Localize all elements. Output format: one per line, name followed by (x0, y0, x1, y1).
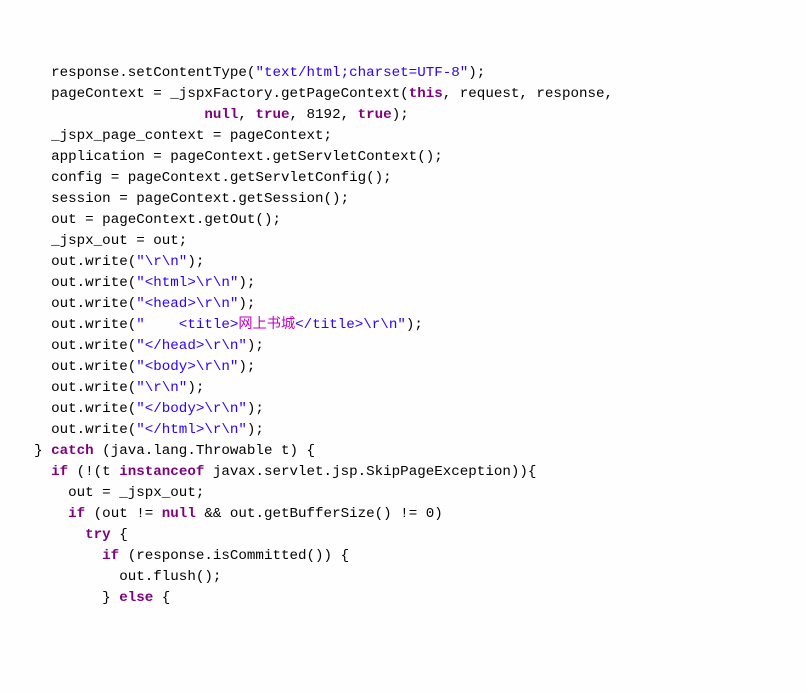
token: ); (238, 275, 255, 291)
token: { (111, 527, 128, 543)
token: out.write( (51, 296, 136, 312)
code-block: response.setContentType("text/html;chars… (0, 63, 806, 609)
code-line: try { (0, 525, 806, 546)
token: (!(t (68, 464, 119, 480)
code-line: } else { (0, 588, 806, 609)
token: out.flush(); (119, 569, 221, 585)
token: , (238, 107, 255, 123)
token: null (204, 107, 238, 123)
token: catch (51, 443, 94, 459)
token: _jspx_page_context = pageContext; (51, 128, 332, 144)
token: (java.lang.Throwable t) { (94, 443, 315, 459)
token: out.write( (51, 380, 136, 396)
code-line: _jspx_out = out; (0, 231, 806, 252)
token: pageContext = _jspxFactory.getPageContex… (51, 86, 409, 102)
code-line: session = pageContext.getSession(); (0, 189, 806, 210)
code-line: out.flush(); (0, 567, 806, 588)
token: ); (392, 107, 409, 123)
token: if (102, 548, 119, 564)
token: "</html>\r\n" (136, 422, 247, 438)
token: </title>\r\n" (295, 317, 406, 333)
token: "<head>\r\n" (136, 296, 238, 312)
token: _jspx_out = out; (51, 233, 187, 249)
token: ); (247, 338, 264, 354)
code-line: out.write("<head>\r\n"); (0, 294, 806, 315)
token: ); (187, 254, 204, 270)
code-line: if (out != null && out.getBufferSize() !… (0, 504, 806, 525)
token: out.write( (51, 359, 136, 375)
token: out.write( (51, 275, 136, 291)
code-line: pageContext = _jspxFactory.getPageContex… (0, 84, 806, 105)
code-line: if (!(t instanceof javax.servlet.jsp.Ski… (0, 462, 806, 483)
token: application = pageContext.getServletCont… (51, 149, 443, 165)
token: instanceof (119, 464, 204, 480)
token: "</body>\r\n" (136, 401, 247, 417)
token: true (358, 107, 392, 123)
code-line: out.write("\r\n"); (0, 252, 806, 273)
token: out = pageContext.getOut(); (51, 212, 281, 228)
token: session = pageContext.getSession(); (51, 191, 349, 207)
code-line: application = pageContext.getServletCont… (0, 147, 806, 168)
code-line: out.write("<body>\r\n"); (0, 357, 806, 378)
token: ); (238, 296, 255, 312)
token: ); (468, 65, 485, 81)
code-line: if (response.isCommitted()) { (0, 546, 806, 567)
token: ); (406, 317, 423, 333)
code-line: out = _jspx_out; (0, 483, 806, 504)
code-line: _jspx_page_context = pageContext; (0, 126, 806, 147)
token: , request, response, (443, 86, 613, 102)
token: "text/html;charset=UTF-8" (255, 65, 468, 81)
code-line: out.write("</body>\r\n"); (0, 399, 806, 420)
token: config = pageContext.getServletConfig(); (51, 170, 392, 186)
code-line: out.write("</head>\r\n"); (0, 336, 806, 357)
token: && out.getBufferSize() != 0) (196, 506, 443, 522)
code-line: out.write("<html>\r\n"); (0, 273, 806, 294)
token: " <title> (136, 317, 238, 333)
token: out = _jspx_out; (68, 485, 204, 501)
token: out.write( (51, 422, 136, 438)
token: this (409, 86, 443, 102)
token: out.write( (51, 338, 136, 354)
token: try (85, 527, 111, 543)
token: } (34, 443, 51, 459)
token: "\r\n" (136, 380, 187, 396)
token: (response.isCommitted()) { (119, 548, 349, 564)
token: javax.servlet.jsp.SkipPageException)){ (204, 464, 536, 480)
token: if (68, 506, 85, 522)
code-line: out = pageContext.getOut(); (0, 210, 806, 231)
token: , 8192, (290, 107, 358, 123)
token: ); (187, 380, 204, 396)
code-line: out.write("\r\n"); (0, 378, 806, 399)
token: out.write( (51, 401, 136, 417)
token: (out != (85, 506, 162, 522)
code-line: config = pageContext.getServletConfig(); (0, 168, 806, 189)
token: "<body>\r\n" (136, 359, 238, 375)
code-line: out.write("</html>\r\n"); (0, 420, 806, 441)
token: "<html>\r\n" (136, 275, 238, 291)
token: response.setContentType( (51, 65, 255, 81)
token: out.write( (51, 317, 136, 333)
token: ); (247, 401, 264, 417)
token: true (255, 107, 289, 123)
code-line: response.setContentType("text/html;chars… (0, 63, 806, 84)
token: ); (247, 422, 264, 438)
token: if (51, 464, 68, 480)
token: { (153, 590, 170, 606)
token: } (102, 590, 119, 606)
token: 网上书城 (238, 317, 295, 333)
code-line: out.write(" <title>网上书城</title>\r\n"); (0, 315, 806, 336)
token: "\r\n" (136, 254, 187, 270)
code-line: } catch (java.lang.Throwable t) { (0, 441, 806, 462)
token: out.write( (51, 254, 136, 270)
code-line: null, true, 8192, true); (0, 105, 806, 126)
token: null (162, 506, 196, 522)
token: ); (238, 359, 255, 375)
token: "</head>\r\n" (136, 338, 247, 354)
token: else (119, 590, 153, 606)
